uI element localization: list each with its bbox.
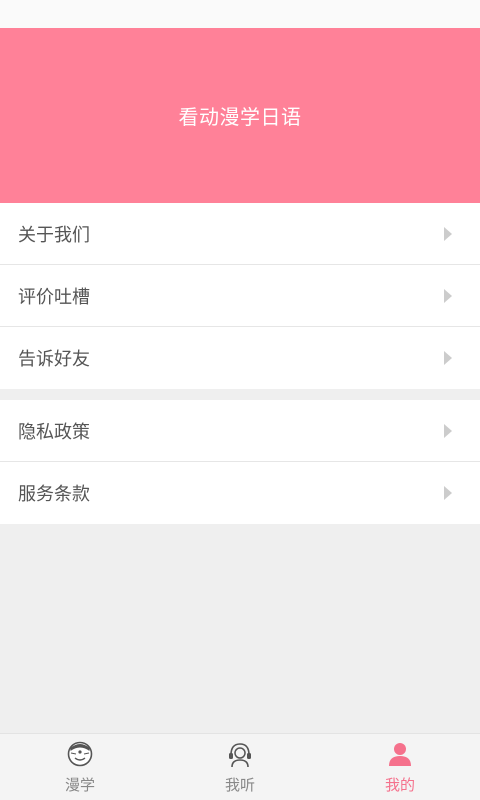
chevron-right-icon (444, 351, 452, 365)
menu-item-terms-of-service[interactable]: 服务条款 (0, 462, 480, 524)
menu-group-primary: 关于我们 评价吐槽 告诉好友 (0, 203, 480, 389)
headphones-person-icon (226, 740, 254, 768)
page-title: 看动漫学日语 (178, 105, 302, 129)
menu-item-review[interactable]: 评价吐槽 (0, 265, 480, 327)
menu-item-about-us[interactable]: 关于我们 (0, 203, 480, 265)
menu-item-label: 关于我们 (18, 224, 90, 246)
menu-group-legal: 隐私政策 服务条款 (0, 400, 480, 524)
tab-label: 我听 (224, 776, 255, 794)
menu-item-label: 评价吐槽 (18, 286, 90, 308)
menu-item-privacy-policy[interactable]: 隐私政策 (0, 400, 480, 462)
chevron-right-icon (444, 423, 452, 438)
header-banner: 看动漫学日语 (0, 28, 480, 203)
tab-label: 我的 (384, 776, 415, 794)
status-bar (0, 0, 480, 28)
menu-item-label: 服务条款 (18, 484, 90, 505)
chevron-right-icon (444, 226, 452, 241)
menu-item-label: 隐私政策 (18, 421, 90, 443)
user-icon (386, 740, 414, 768)
chevron-right-icon (444, 486, 452, 500)
tab-woting[interactable]: 我听 (160, 734, 320, 800)
menu-item-label: 告诉好友 (18, 349, 90, 370)
doraemon-icon (66, 740, 94, 768)
chevron-right-icon (444, 288, 452, 303)
tab-wode[interactable]: 我的 (320, 734, 480, 800)
bottom-tab-bar: 漫学 我听 我的 (0, 733, 480, 800)
menu-item-share[interactable]: 告诉好友 (0, 327, 480, 389)
tab-label: 漫学 (64, 776, 95, 794)
tab-manxue[interactable]: 漫学 (0, 734, 160, 800)
